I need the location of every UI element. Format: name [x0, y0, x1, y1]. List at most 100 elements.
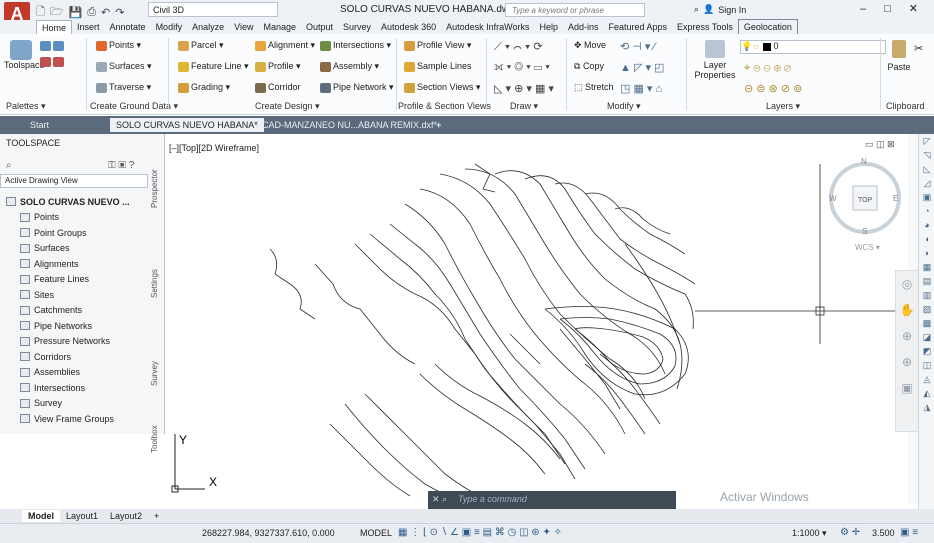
tree-node[interactable]: Point Groups	[6, 225, 146, 241]
side-tab-settings[interactable]: Settings	[150, 254, 164, 314]
move-button[interactable]: ✥ Move	[574, 40, 606, 51]
command-input[interactable]: Type a command	[458, 494, 527, 504]
workspace-dropdown[interactable]: Civil 3D	[148, 2, 278, 17]
tab-featured-apps[interactable]: Featured Apps	[604, 20, 673, 34]
tab-start[interactable]: Start	[24, 118, 55, 132]
pipe-network-button[interactable]: Pipe Network ▾	[320, 82, 394, 93]
side-tab-toolbox[interactable]: Toolbox	[150, 414, 164, 464]
tree-node[interactable]: View Frame Groups	[6, 411, 146, 427]
tree-node[interactable]: Feature Lines	[6, 272, 146, 288]
palette-icon-grid[interactable]	[40, 40, 66, 51]
tree-node[interactable]: Pressure Networks	[6, 334, 146, 350]
tab-insert[interactable]: Insert	[72, 20, 105, 34]
customize-icon[interactable]: ▣ ≡	[900, 527, 918, 538]
toolspace-toolbar-icons[interactable]: ⚿ ▣ ?	[108, 160, 134, 171]
palette-tool-icons[interactable]: ◸ ◹ ◺ ◿ ▣ ◔ ◕ ◖ ◗ ▦ ▤ ▥ ▨ ▩ ◪ ◩ ◫ ◬ ◭ ◮	[919, 134, 934, 414]
tab-view[interactable]: View	[229, 20, 258, 34]
status-tool-icons[interactable]: ▦ ⋮ ⌊ ⊙ ∖ ∠ ▣ ≡ ▤ ⌘ ◷ ◫ ⊛ ✦ ✧	[398, 527, 562, 538]
viewport-controls[interactable]: ▭ ◫ ⊠	[865, 139, 895, 150]
intersections-button[interactable]: Intersections ▾	[320, 40, 391, 51]
tab-solo-curvas[interactable]: SOLO CURVAS NUEVO HABANA*	[110, 118, 264, 132]
scale-array-tools[interactable]: ◳ ▦ ▾ ⌂	[620, 82, 662, 95]
palette-icon-grid-2[interactable]	[40, 56, 66, 67]
layer-tools-row-2[interactable]: ⊝ ⊜ ⊛ ⊘ ⊚	[744, 82, 802, 95]
parcel-button[interactable]: Parcel ▾	[178, 40, 224, 51]
status-value[interactable]: 3.500	[872, 528, 895, 538]
tab-acad-manzaneo[interactable]: ACAD-MANZANEO NU...ABANA REMIX.dxf*	[250, 118, 443, 132]
print-icon[interactable]: ⎙	[87, 6, 96, 19]
side-tab-survey[interactable]: Survey	[150, 344, 164, 404]
search-icon[interactable]: ⌕	[6, 160, 12, 171]
tab-help[interactable]: Help	[534, 20, 563, 34]
nav-icons[interactable]: ◎ ✋ ⊕ ⊕ ▣	[896, 271, 918, 401]
clipboard-title[interactable]: Clipboard	[886, 101, 925, 111]
profile-section-title[interactable]: Profile & Section Views	[398, 101, 491, 111]
points-button[interactable]: Points ▾	[96, 40, 141, 51]
tab-geolocation[interactable]: Geolocation	[737, 19, 798, 35]
layer-dropdown[interactable]: 💡☼ 0	[740, 40, 886, 54]
tab-analyze[interactable]: Analyze	[187, 20, 229, 34]
tab-autodesk-360[interactable]: Autodesk 360	[376, 20, 441, 34]
alignment-button[interactable]: Alignment ▾	[255, 40, 315, 51]
grading-button[interactable]: Grading ▾	[178, 82, 230, 93]
tree-node[interactable]: Intersections	[6, 380, 146, 396]
circle-rect-tools[interactable]: ⟗ ▾ ◎ ▾ ▭ ▾	[494, 61, 550, 74]
save-icon[interactable]: 💾	[69, 6, 83, 19]
ground-data-title[interactable]: Create Ground Data ▾	[90, 101, 178, 112]
tab-annotate[interactable]: Annotate	[105, 20, 151, 34]
rotate-trim-tools[interactable]: ⟲ ⊣ ▾ ∕	[620, 40, 655, 53]
layer-properties-button[interactable]: Layer Properties	[694, 40, 736, 80]
undo-icon[interactable]: ↶	[101, 6, 110, 19]
tab-layout1[interactable]: Layout1	[60, 510, 104, 522]
assembly-button[interactable]: Assembly ▾	[320, 61, 379, 72]
tab-output[interactable]: Output	[301, 20, 338, 34]
model-space-toggle[interactable]: MODEL	[360, 528, 392, 538]
tab-survey[interactable]: Survey	[338, 20, 376, 34]
command-line[interactable]: ✕ ⌕ Type a command	[428, 491, 676, 509]
tree-root[interactable]: SOLO CURVAS NUEVO ...	[6, 194, 146, 210]
maximize-button[interactable]: □	[884, 3, 891, 15]
line-polyline-tools[interactable]: ⟋ ▾ ⌒ ▾ ⟳	[494, 40, 543, 54]
tree-node[interactable]: Survey	[6, 396, 146, 412]
redo-icon[interactable]: ↷	[115, 6, 124, 19]
view-dropdown[interactable]: Active Drawing View	[0, 174, 148, 188]
tab-home[interactable]: Home	[36, 19, 73, 35]
modify-title[interactable]: Modify ▾	[607, 101, 641, 112]
palettes-title[interactable]: Palettes ▾	[6, 101, 46, 112]
stretch-button[interactable]: ⬚ Stretch	[574, 82, 614, 93]
tab-express-tools[interactable]: Express Tools	[672, 20, 738, 34]
paste-button[interactable]: Paste	[886, 40, 912, 72]
create-design-title[interactable]: Create Design ▾	[255, 101, 320, 112]
navigation-bar[interactable]: ◎ ✋ ⊕ ⊕ ▣	[895, 270, 919, 432]
mirror-fillet-tools[interactable]: ▲ ◸ ▾ ◰	[620, 61, 664, 74]
hatch-tools[interactable]: ◺ ▾ ⊕ ▾ ▦ ▾	[494, 82, 554, 95]
tab-add-ins[interactable]: Add-ins	[563, 20, 604, 34]
tab-manage[interactable]: Manage	[258, 20, 301, 34]
layers-title[interactable]: Layers ▾	[766, 101, 800, 112]
toolspace-button[interactable]: Toolspace	[4, 40, 45, 74]
tree-node[interactable]: Corridors	[6, 349, 146, 365]
tab-modify[interactable]: Modify	[151, 20, 188, 34]
tab-model[interactable]: Model	[22, 510, 60, 522]
tree-node[interactable]: Points	[6, 210, 146, 226]
add-layout-button[interactable]: +	[148, 510, 165, 522]
viewcube[interactable]: TOP N S W E WCS ▾	[829, 157, 901, 252]
tree-node[interactable]: Surfaces	[6, 241, 146, 257]
corridor-button[interactable]: Corridor	[255, 82, 301, 93]
draw-title[interactable]: Draw ▾	[510, 101, 538, 112]
section-views-button[interactable]: Section Views ▾	[404, 82, 480, 93]
gear-icon[interactable]: ⚙ ✛	[840, 527, 860, 538]
side-tab-prospector[interactable]: Prospector	[150, 154, 164, 224]
tree-node[interactable]: Sites	[6, 287, 146, 303]
search-input[interactable]: Type a keyword or phrase	[505, 3, 645, 17]
profile-view-button[interactable]: Profile View ▾	[404, 40, 471, 51]
tab-infraworks[interactable]: Autodesk InfraWorks	[441, 20, 534, 34]
sign-in-button[interactable]: ⌕ 👤 Sign In	[694, 4, 746, 15]
minimize-button[interactable]: –	[860, 3, 866, 15]
tree-node[interactable]: Catchments	[6, 303, 146, 319]
drawing-canvas[interactable]: [–][Top][2D Wireframe] Y X TOP N S W E W…	[165, 134, 915, 504]
layer-tools-row-1[interactable]: ⌖ ⊜ ⊝ ⊛ ⊘	[744, 62, 791, 75]
close-button[interactable]: ✕	[909, 2, 918, 15]
tree-node[interactable]: Pipe Networks	[6, 318, 146, 334]
copy-button[interactable]: ⧉ Copy	[574, 61, 604, 72]
